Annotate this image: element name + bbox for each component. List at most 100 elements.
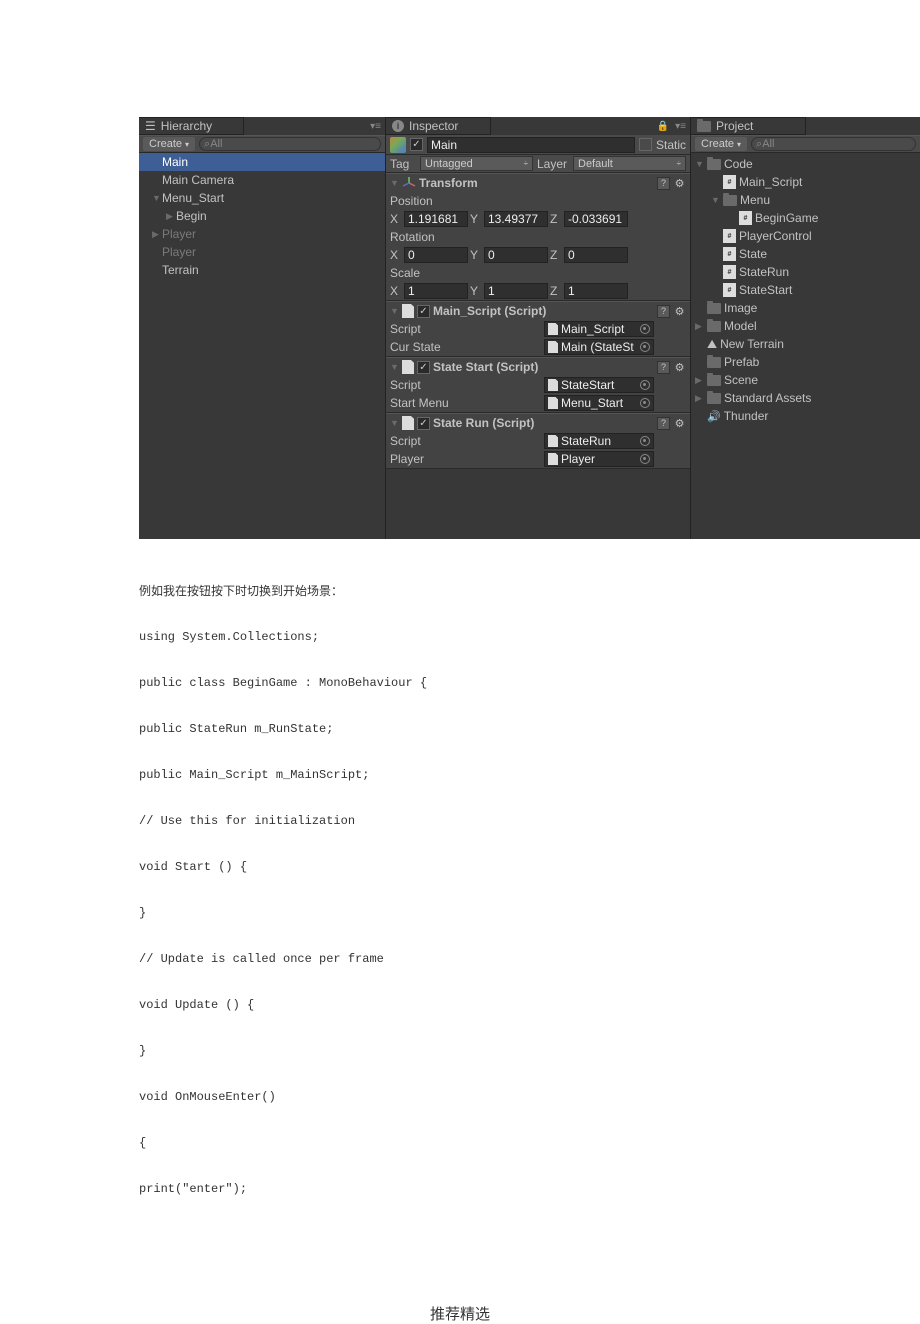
create-button[interactable]: Create ▾ [143,137,195,151]
project-item[interactable]: 🔊Thunder [691,407,920,425]
object-field[interactable]: Main_Script [544,321,654,337]
hierarchy-item[interactable]: Player [139,243,385,261]
hierarchy-item[interactable]: Terrain [139,261,385,279]
object-field[interactable]: Menu_Start [544,395,654,411]
script-component: ▼✓Main_Script (Script)?⚙ScriptMain_Scrip… [386,301,690,357]
chevron-down-icon: ▼ [152,193,162,203]
project-item[interactable]: ▼Menu [691,191,920,209]
layer-label: Layer [537,157,569,171]
hierarchy-item[interactable]: ▶Player [139,225,385,243]
inspector-tab[interactable]: i Inspector [386,117,491,135]
property-label: Start Menu [390,396,540,410]
object-picker-icon[interactable] [640,436,650,446]
create-button[interactable]: Create ▾ [695,137,747,151]
search-input[interactable]: ⌕ All [199,137,381,151]
position-row: X1.191681 Y13.49377 Z-0.033691 [386,210,690,228]
enable-checkbox[interactable]: ✓ [417,305,430,318]
project-item[interactable]: #State [691,245,920,263]
search-input[interactable]: ⌕ All [751,137,916,151]
project-item[interactable]: #BeginGame [691,209,920,227]
project-item[interactable]: #StateStart [691,281,920,299]
project-tab[interactable]: Project [691,117,806,135]
pos-x-field[interactable]: 1.191681 [404,211,468,227]
gear-icon[interactable]: ⚙ [673,361,686,374]
component-header[interactable]: ▼✓State Start (Script)?⚙ [386,358,690,376]
component-header[interactable]: ▼✓State Run (Script)?⚙ [386,414,690,432]
object-picker-icon[interactable] [640,342,650,352]
object-field[interactable]: Player [544,451,654,467]
object-picker-icon[interactable] [640,324,650,334]
hierarchy-item-label: Main [162,155,188,169]
chevron-down-icon: ▼ [390,418,399,428]
object-value: Main (StateSt [561,340,634,354]
help-icon[interactable]: ? [657,177,670,190]
rot-z-field[interactable]: 0 [564,247,628,263]
tag-dropdown[interactable]: Untagged÷ [420,156,533,171]
hierarchy-item[interactable]: Main [139,153,385,171]
project-item[interactable]: ▶Model [691,317,920,335]
object-field[interactable]: StateStart [544,377,654,393]
audio-icon: 🔊 [707,410,721,423]
project-item[interactable]: ▶Scene [691,371,920,389]
hierarchy-tree: Main Main Camera▼Menu_Start▶Begin▶PlayerP… [139,153,385,539]
panel-menu-icon[interactable]: ▾≡ [675,121,686,132]
create-label: Create [149,138,182,150]
hierarchy-item[interactable]: ▼Menu_Start [139,189,385,207]
scl-y-field[interactable]: 1 [484,283,548,299]
scl-x-field[interactable]: 1 [404,283,468,299]
component-header[interactable]: ▼✓Main_Script (Script)?⚙ [386,302,690,320]
project-item[interactable]: ▼Code [691,155,920,173]
project-item[interactable]: #PlayerControl [691,227,920,245]
object-picker-icon[interactable] [640,398,650,408]
project-item[interactable]: ▶Standard Assets [691,389,920,407]
active-checkbox[interactable]: ✓ [410,138,423,151]
hierarchy-item[interactable]: Main Camera [139,171,385,189]
gear-icon[interactable]: ⚙ [673,417,686,430]
enable-checkbox[interactable]: ✓ [417,361,430,374]
y-label: Y [470,212,482,226]
x-label: X [390,212,402,226]
static-checkbox[interactable] [639,138,652,151]
hierarchy-item[interactable]: ▶Begin [139,207,385,225]
enable-checkbox[interactable]: ✓ [417,417,430,430]
property-row: Start Menu Menu_Start [386,394,690,412]
gear-icon[interactable]: ⚙ [673,177,686,190]
code-line: public StateRun m_RunState; [139,717,780,741]
object-picker-icon[interactable] [640,380,650,390]
lock-icon[interactable]: 🔒 [657,121,669,132]
hierarchy-tab[interactable]: ☰ Hierarchy [139,117,244,135]
object-field[interactable]: Main (StateSt [544,339,654,355]
project-item[interactable]: #StateRun [691,263,920,281]
inspector-tab-label: Inspector [409,119,458,133]
script-component: ▼✓State Run (Script)?⚙ScriptStateRunPlay… [386,413,690,469]
help-icon[interactable]: ? [657,305,670,318]
rot-y-field[interactable]: 0 [484,247,548,263]
project-item[interactable]: Image [691,299,920,317]
object-field[interactable]: StateRun [544,433,654,449]
project-item[interactable]: Prefab [691,353,920,371]
pos-z-field[interactable]: -0.033691 [564,211,628,227]
pos-y-field[interactable]: 13.49377 [484,211,548,227]
script-icon [548,379,558,391]
help-icon[interactable]: ? [657,417,670,430]
help-icon[interactable]: ? [657,361,670,374]
tab-row: Project [691,117,920,135]
transform-component: ▼ Transform ? ⚙ Position X1.191681 Y13.4… [386,173,690,301]
info-icon: i [392,120,404,132]
gear-icon[interactable]: ⚙ [673,305,686,318]
name-field[interactable]: Main [427,137,635,153]
tab-row: ☰ Hierarchy ▾≡ [139,117,385,135]
script-icon [548,341,558,353]
layer-dropdown[interactable]: Default÷ [573,156,686,171]
object-picker-icon[interactable] [640,454,650,464]
scl-z-field[interactable]: 1 [564,283,628,299]
object-value: Main_Script [561,322,624,336]
rot-x-field[interactable]: 0 [404,247,468,263]
panel-menu-icon[interactable]: ▾≡ [370,121,381,132]
project-item[interactable]: ⛰New Terrain [691,335,920,353]
property-row: PlayerPlayer [386,450,690,468]
tag-value: Untagged [425,158,473,170]
create-label: Create [701,138,734,150]
transform-header[interactable]: ▼ Transform ? ⚙ [386,174,690,192]
project-item[interactable]: #Main_Script [691,173,920,191]
